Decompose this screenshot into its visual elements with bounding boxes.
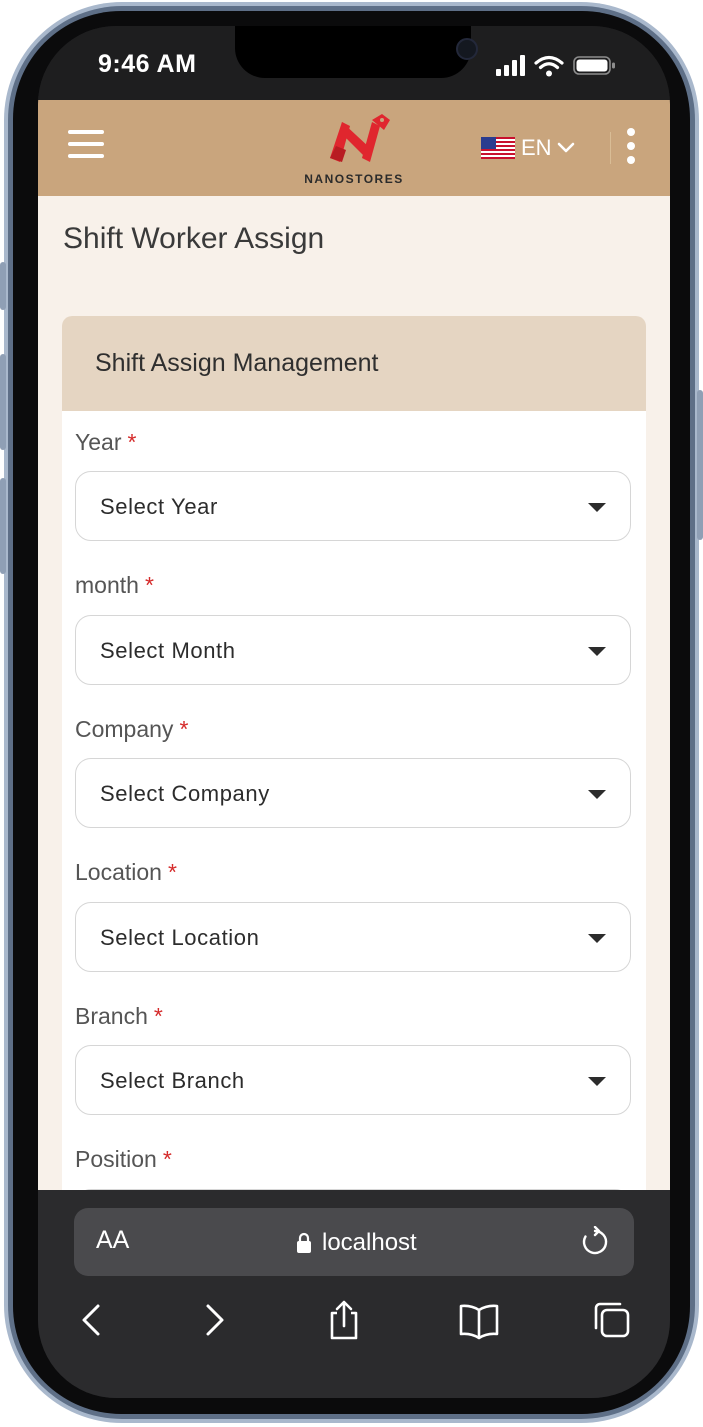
url-text: localhost	[322, 1229, 417, 1256]
card-title: Shift Assign Management	[95, 349, 379, 377]
app-header: NANOSTORES EN	[38, 100, 670, 196]
status-time: 9:46 AM	[98, 50, 197, 78]
side-button-volume-down	[0, 478, 6, 574]
caret-down-icon	[588, 647, 606, 656]
year-select-value: Select Year	[100, 494, 218, 519]
location-label-text: Location	[75, 859, 162, 885]
page-content: Shift Worker Assign Shift Assign Managem…	[38, 196, 670, 1190]
signal-icon	[496, 55, 525, 76]
caret-down-icon	[588, 934, 606, 943]
battery-icon	[573, 56, 615, 75]
header-divider	[610, 132, 611, 164]
page-title: Shift Worker Assign	[63, 222, 325, 255]
reload-icon[interactable]	[579, 1226, 611, 1258]
required-mark: *	[167, 859, 177, 885]
language-code: EN	[521, 135, 552, 160]
caret-down-icon	[588, 1077, 606, 1086]
side-button-mute	[0, 262, 6, 310]
notch	[235, 26, 478, 78]
wifi-icon	[534, 55, 564, 70]
more-options-button[interactable]	[622, 128, 640, 168]
branch-select-value: Select Branch	[100, 1068, 245, 1093]
logo-text: NANOSTORES	[304, 172, 404, 186]
position-label-text: Position	[75, 1146, 157, 1172]
month-label: month *	[75, 572, 154, 599]
share-icon[interactable]	[322, 1298, 366, 1342]
required-mark: *	[162, 1146, 172, 1172]
bookmarks-icon[interactable]	[457, 1298, 501, 1342]
required-mark: *	[179, 716, 189, 742]
status-bar: 9:46 AM	[38, 26, 670, 100]
more-dot	[627, 128, 635, 136]
phone-screen: 9:46 AM NANOSTORES EN Shift Worker Assig…	[38, 26, 670, 1398]
more-dot	[627, 142, 635, 150]
branch-label: Branch *	[75, 1003, 163, 1030]
required-mark: *	[153, 1003, 163, 1029]
shift-assign-card: Shift Assign Management Year * Select Yea…	[62, 316, 646, 1190]
card-header: Shift Assign Management	[62, 316, 646, 411]
menu-bar	[68, 154, 104, 158]
location-select-value: Select Location	[100, 925, 260, 950]
side-button-volume-up	[0, 354, 6, 450]
required-mark: *	[144, 572, 154, 598]
address-bar[interactable]: AA localhost	[74, 1208, 634, 1276]
hamburger-menu-button[interactable]	[68, 130, 104, 162]
year-label-text: Year	[75, 429, 122, 455]
browser-toolbar: AA localhost	[38, 1190, 670, 1398]
reader-text-size-button[interactable]: AA	[96, 1226, 129, 1255]
caret-down-icon	[588, 790, 606, 799]
wifi-dot	[546, 70, 552, 77]
status-icons	[496, 55, 615, 77]
language-selector[interactable]: EN	[481, 134, 576, 162]
nanostores-logo[interactable]: NANOSTORES	[296, 112, 412, 190]
company-label-text: Company	[75, 716, 174, 742]
logo-mark-icon	[330, 114, 390, 162]
lock-icon	[297, 1232, 311, 1253]
caret-down-icon	[588, 503, 606, 512]
year-label: Year *	[75, 429, 136, 456]
chevron-down-icon	[557, 142, 574, 153]
company-label: Company *	[75, 716, 188, 743]
us-flag-icon	[481, 137, 515, 159]
menu-bar	[68, 142, 104, 146]
side-button-power	[697, 390, 703, 540]
company-select-value: Select Company	[100, 781, 270, 806]
position-label: Position *	[75, 1146, 172, 1173]
tabs-icon[interactable]	[590, 1298, 634, 1342]
browser-nav-row	[38, 1298, 670, 1350]
back-icon[interactable]	[70, 1298, 114, 1342]
month-label-text: month	[75, 572, 139, 598]
branch-select[interactable]: Select Branch	[75, 1045, 631, 1115]
branch-label-text: Branch	[75, 1003, 148, 1029]
location-select[interactable]: Select Location	[75, 902, 631, 972]
menu-bar	[68, 130, 104, 134]
month-select[interactable]: Select Month	[75, 615, 631, 685]
month-select-value: Select Month	[100, 638, 236, 663]
company-select[interactable]: Select Company	[75, 758, 631, 828]
required-mark: *	[127, 429, 137, 455]
location-label: Location *	[75, 859, 177, 886]
url-display: localhost	[296, 1229, 417, 1257]
year-select[interactable]: Select Year	[75, 471, 631, 541]
front-camera	[456, 38, 478, 60]
forward-icon[interactable]	[192, 1298, 236, 1342]
more-dot	[627, 156, 635, 164]
